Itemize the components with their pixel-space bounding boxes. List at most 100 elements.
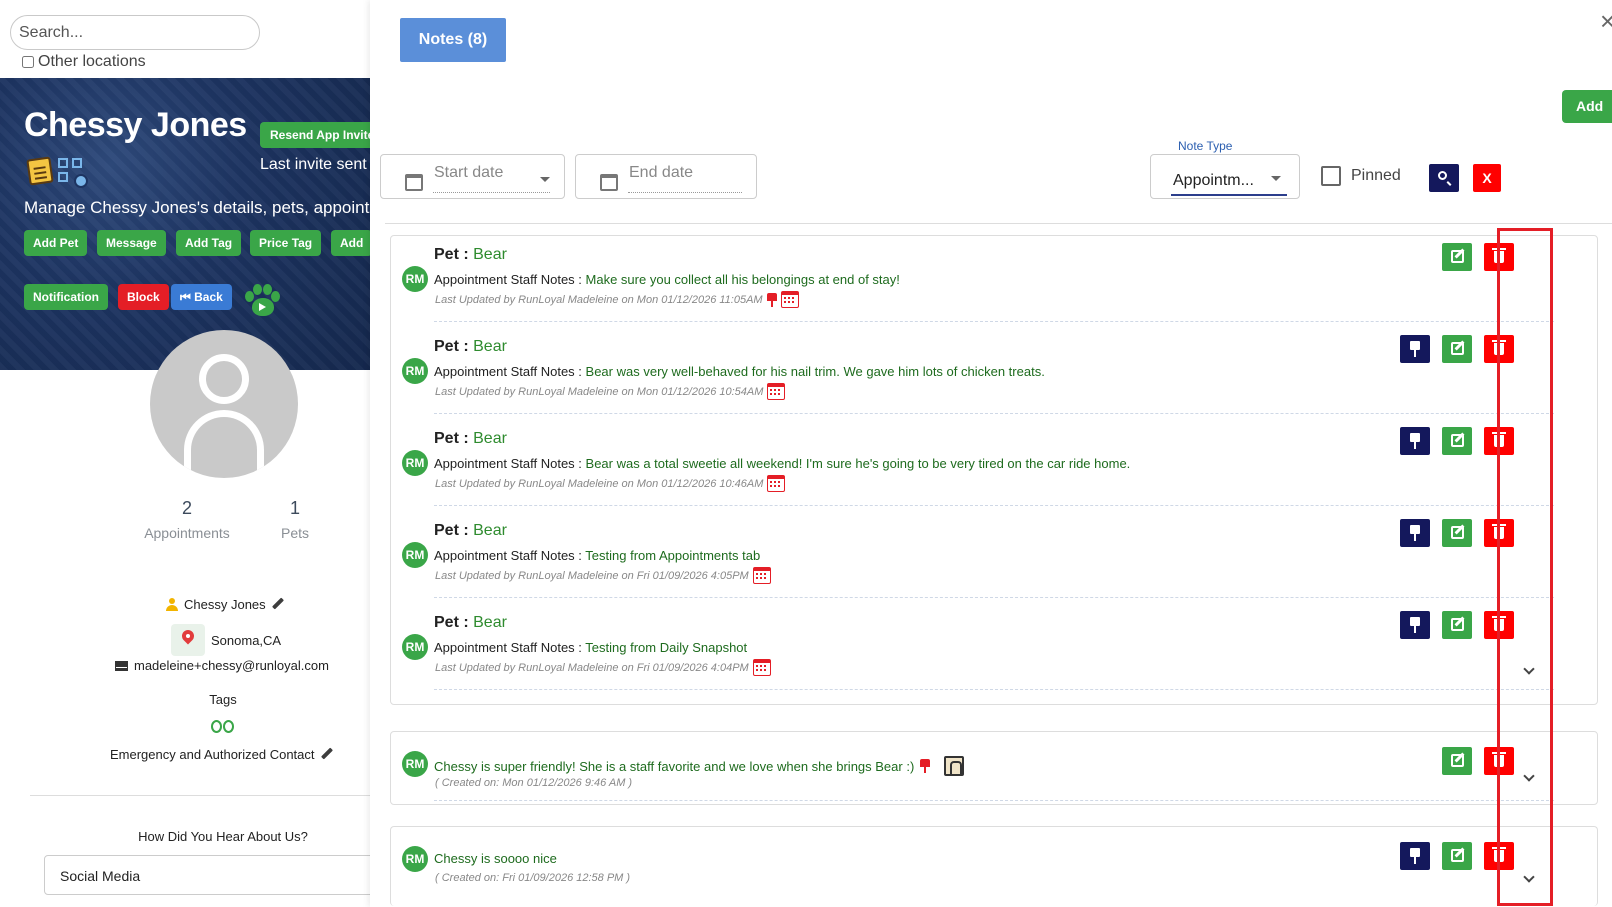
add-more-button[interactable]: Add [331, 230, 370, 256]
note-meta: Last Updated by RunLoyal Madeleine on Fr… [435, 661, 749, 674]
author-avatar: RM [402, 634, 428, 660]
pin-note-button[interactable] [1400, 842, 1430, 870]
calendar-icon[interactable] [780, 291, 799, 308]
pin-note-button[interactable] [1400, 519, 1430, 547]
edit-icon [1451, 434, 1464, 447]
note-type-label: Note Type [1178, 139, 1233, 153]
note-text: Chessy is super friendly! She is a staff… [434, 758, 915, 774]
add-note-button[interactable]: Add [1562, 90, 1612, 123]
back-icon: ⏮ [180, 290, 195, 304]
client-name: Chessy Jones [24, 106, 247, 144]
kennel-icon[interactable] [944, 756, 965, 776]
note-text: Bear was a total sweetie all weekend! I'… [585, 456, 1131, 471]
pinned-checkbox[interactable] [1321, 166, 1341, 186]
client-description: Manage Chessy Jones's details, pets, app… [24, 198, 370, 217]
pet-name[interactable]: Bear [473, 338, 507, 355]
note-text: Bear was very well-behaved for his nail … [585, 364, 1045, 379]
note-created: ( Created on: Mon 01/12/2026 9:46 AM ) [435, 777, 633, 789]
search-input[interactable] [10, 15, 260, 50]
calendar-icon[interactable] [767, 475, 786, 492]
calendar-icon[interactable] [752, 659, 771, 676]
appointment-notes-group: Pet : Bear RM Appointment Staff Notes : … [390, 235, 1598, 705]
hear-about-us-select[interactable]: Social Media [44, 855, 370, 895]
tab-notes[interactable]: Notes (8) [400, 18, 506, 62]
author-avatar: RM [402, 450, 428, 476]
client-avatar[interactable] [150, 330, 298, 478]
qr-code-icon[interactable] [58, 158, 88, 188]
last-invite-text: Last invite sent [260, 156, 367, 173]
start-date-field[interactable]: Start date [380, 154, 565, 199]
pin-note-button[interactable] [1400, 611, 1430, 639]
client-email[interactable]: madeleine+chessy@runloyal.com [134, 658, 329, 673]
edit-note-button[interactable] [1442, 335, 1472, 363]
add-tag-button[interactable]: Add Tag [176, 230, 242, 256]
delete-buttons-highlight [1497, 228, 1553, 906]
edit-name-pencil-icon[interactable] [272, 598, 285, 611]
chevron-down-icon[interactable] [1271, 176, 1281, 181]
calendar-icon[interactable] [767, 383, 786, 400]
close-icon[interactable]: × [1600, 8, 1612, 34]
add-pet-button[interactable]: Add Pet [24, 230, 88, 256]
chevron-down-icon[interactable] [540, 177, 550, 182]
note-type-select[interactable]: Appointm... [1150, 154, 1300, 199]
pin-note-button[interactable] [1400, 427, 1430, 455]
calendar-icon[interactable] [752, 567, 771, 584]
edit-icon [1451, 526, 1464, 539]
edit-note-button[interactable] [1442, 243, 1472, 271]
pet-name[interactable]: Bear [473, 522, 507, 539]
edit-note-button[interactable] [1442, 427, 1472, 455]
pets-label: Pets [280, 525, 309, 541]
back-button[interactable]: ⏮ Back [171, 284, 232, 310]
pinned-filter[interactable]: Pinned [1321, 166, 1401, 186]
client-panel: Other locations Chessy Jones Resend App … [0, 0, 370, 907]
pet-label: Pet : [434, 614, 469, 631]
note-meta: Last Updated by RunLoyal Madeleine on Mo… [435, 385, 764, 398]
pet-label: Pet : [434, 522, 469, 539]
author-avatar: RM [402, 846, 428, 872]
edit-icon [1451, 754, 1464, 767]
author-avatar: RM [402, 358, 428, 384]
other-locations-label: Other locations [38, 53, 146, 70]
pet-label: Pet : [434, 338, 469, 355]
pet-name[interactable]: Bear [473, 246, 507, 263]
pet-label: Pet : [434, 430, 469, 447]
sticky-note-icon[interactable] [26, 156, 54, 186]
edit-note-button[interactable] [1442, 842, 1472, 870]
appointments-label: Appointments [144, 525, 230, 541]
note-meta: Last Updated by RunLoyal Madeleine on Fr… [435, 569, 749, 582]
edit-emergency-pencil-icon[interactable] [321, 748, 334, 761]
pin-icon [1410, 341, 1420, 357]
notes-modal: Notes (8) × Add Start date End date Note… [370, 0, 1612, 907]
pin-icon [1410, 525, 1420, 541]
edit-note-button[interactable] [1442, 611, 1472, 639]
person-icon [166, 598, 178, 611]
pet-name[interactable]: Bear [473, 614, 507, 631]
block-button[interactable]: Block [118, 284, 169, 310]
client-location: Sonoma,CA [211, 632, 282, 648]
pin-note-button[interactable] [1400, 335, 1430, 363]
edit-note-button[interactable] [1442, 747, 1472, 775]
author-avatar: RM [402, 542, 428, 568]
other-locations-checkbox[interactable]: Other locations [22, 53, 146, 71]
notification-button[interactable]: Notification [24, 284, 108, 310]
pet-label: Pet : [434, 246, 469, 263]
search-icon [1438, 171, 1447, 180]
clear-filters-button[interactable]: X [1473, 164, 1501, 192]
edit-note-button[interactable] [1442, 519, 1472, 547]
note-type-label: Appointment Staff Notes : [434, 364, 582, 379]
price-tag-button[interactable]: Price Tag [250, 230, 322, 256]
mail-icon [115, 660, 128, 671]
end-date-field[interactable]: End date [575, 154, 757, 199]
search-button[interactable] [1429, 164, 1459, 192]
map-pin-icon [171, 624, 205, 656]
binoculars-icon[interactable] [211, 716, 235, 734]
resend-app-invite-button[interactable]: Resend App Invite [260, 122, 370, 148]
note-text: Testing from Daily Snapshot [585, 640, 748, 655]
message-button[interactable]: Message [97, 230, 166, 256]
general-note-card: RM Chessy is super friendly! She is a st… [390, 731, 1598, 805]
other-locations-check[interactable] [22, 56, 34, 68]
end-date-placeholder: End date [629, 164, 694, 181]
paw-play-icon[interactable] [244, 284, 280, 318]
pet-name[interactable]: Bear [473, 430, 507, 447]
note-type-label: Appointment Staff Notes : [434, 640, 582, 655]
